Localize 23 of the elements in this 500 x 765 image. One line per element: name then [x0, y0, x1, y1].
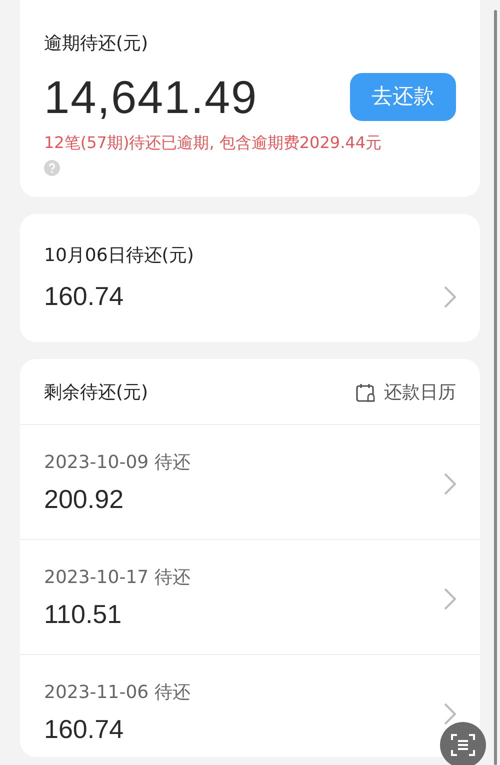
due-amount: 160.74	[44, 713, 125, 746]
overdue-label: 逾期待还(元)	[44, 32, 150, 56]
due-date: 2023-11-06 待还	[44, 681, 190, 705]
chevron-icon	[444, 473, 456, 495]
overdue-amount: 14,641.49	[44, 74, 258, 120]
chevron-icon	[444, 588, 456, 610]
scan-icon	[450, 732, 476, 758]
chevron-icon	[444, 286, 456, 308]
overdue-notice: 12笔(57期)待还已逾期, 包含逾期费2029.44元	[44, 132, 383, 154]
help-icon[interactable]	[44, 160, 60, 176]
due-amount: 110.51	[44, 598, 123, 631]
due-date: 2023-10-17 待还	[44, 566, 190, 590]
due-date: 2023-10-09 待还	[44, 451, 190, 475]
chevron-icon	[444, 703, 456, 725]
remaining-label: 剩余待还(元)	[44, 381, 148, 405]
scrollbar[interactable]	[494, 10, 497, 765]
next-due-card[interactable]: 10月06日待还(元) 160.74	[20, 214, 480, 342]
due-amount: 160.74	[44, 280, 124, 313]
calendar-link[interactable]: 还款日历	[356, 379, 456, 406]
calendar-icon	[356, 382, 376, 402]
due-amount: 200.92	[44, 483, 125, 516]
due-label: 10月06日待还(元)	[44, 244, 195, 268]
scan-button[interactable]	[440, 722, 486, 765]
